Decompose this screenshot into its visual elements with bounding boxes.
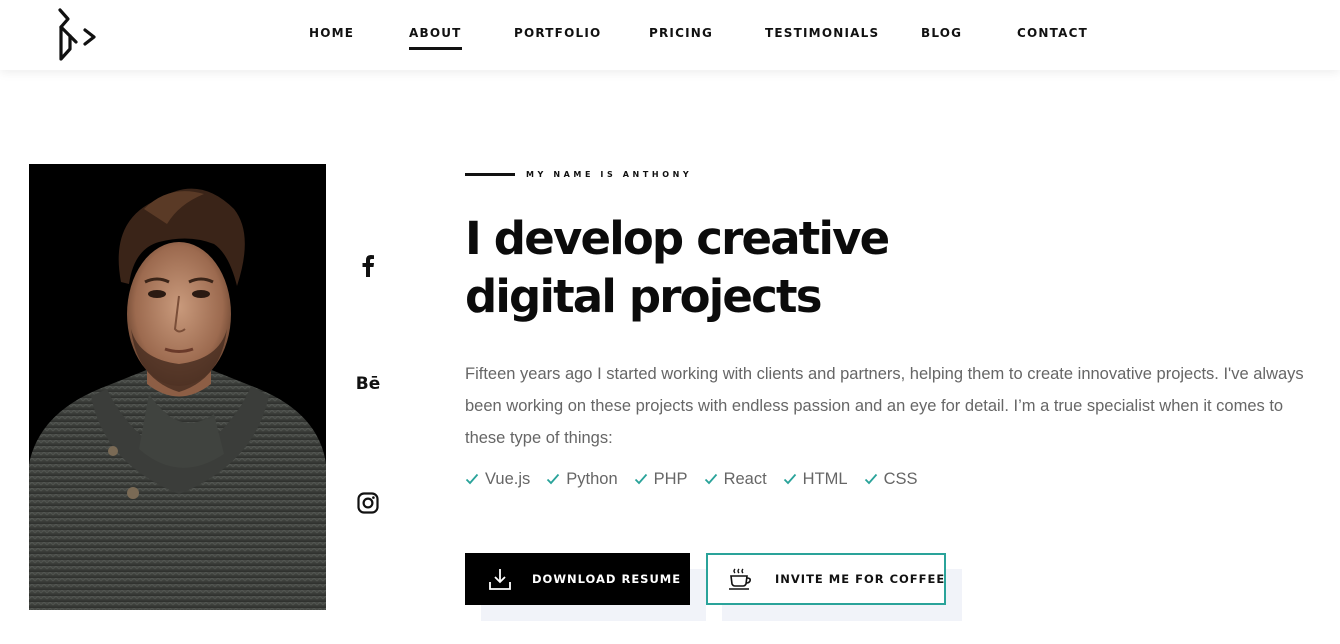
- instagram-icon: [357, 492, 379, 514]
- skill-label: CSS: [883, 469, 918, 488]
- check-icon: [783, 473, 796, 485]
- behance-link[interactable]: Bē: [352, 368, 384, 400]
- main-nav: HOME ABOUT PORTFOLIO PRICING TESTIMONIAL…: [0, 0, 1340, 70]
- site-header: HOME ABOUT PORTFOLIO PRICING TESTIMONIAL…: [0, 0, 1340, 70]
- check-icon: [547, 473, 560, 485]
- nav-item-portfolio[interactable]: PORTFOLIO: [514, 26, 601, 40]
- portrait-illustration: [29, 164, 326, 610]
- facebook-link[interactable]: [352, 250, 384, 282]
- profile-photo: [29, 164, 326, 610]
- eyebrow-text: MY NAME IS ANTHONY: [526, 169, 693, 179]
- skill-item: Python: [546, 469, 618, 489]
- instagram-link[interactable]: [352, 487, 384, 519]
- skill-label: React: [723, 469, 767, 488]
- skill-item: Vue.js: [465, 470, 530, 489]
- hero-headline: I develop creative digital projects: [465, 210, 985, 326]
- skill-label: HTML: [802, 469, 848, 488]
- skill-label: Python: [566, 469, 618, 488]
- facebook-icon: [362, 255, 374, 277]
- check-icon: [864, 473, 877, 485]
- skill-item: PHP: [634, 470, 688, 489]
- hero-paragraph: Fifteen years ago I started working with…: [465, 365, 1304, 447]
- invite-coffee-button[interactable]: INVITE ME FOR COFFEE: [706, 553, 946, 605]
- download-resume-button[interactable]: DOWNLOAD RESUME: [465, 553, 690, 605]
- coffee-cup-icon: [728, 566, 754, 592]
- nav-item-pricing[interactable]: PRICING: [649, 26, 713, 40]
- invite-coffee-label: INVITE ME FOR COFFEE: [775, 572, 946, 586]
- headline-line-2: digital projects: [465, 270, 822, 323]
- eyebrow: MY NAME IS ANTHONY: [465, 168, 692, 180]
- check-icon: [704, 473, 717, 485]
- nav-item-about[interactable]: ABOUT: [409, 26, 462, 50]
- check-icon: [634, 473, 647, 485]
- skill-item: React: [704, 470, 767, 489]
- skills-list: Vue.js Python PHP React HTML CSS: [465, 467, 934, 491]
- skill-item: HTML: [783, 470, 848, 489]
- nav-item-blog[interactable]: BLOG: [921, 26, 962, 40]
- skill-label: Vue.js: [485, 469, 531, 488]
- check-icon: [465, 473, 479, 485]
- skill-label: PHP: [653, 469, 688, 488]
- headline-line-1: I develop creative: [465, 212, 890, 265]
- skill-item: CSS: [864, 470, 918, 489]
- nav-item-testimonials[interactable]: TESTIMONIALS: [765, 26, 879, 40]
- nav-item-home[interactable]: HOME: [309, 26, 354, 40]
- nav-item-contact[interactable]: CONTACT: [1017, 26, 1088, 40]
- eyebrow-line: [465, 172, 515, 176]
- download-resume-label: DOWNLOAD RESUME: [532, 572, 682, 586]
- download-icon: [487, 566, 513, 592]
